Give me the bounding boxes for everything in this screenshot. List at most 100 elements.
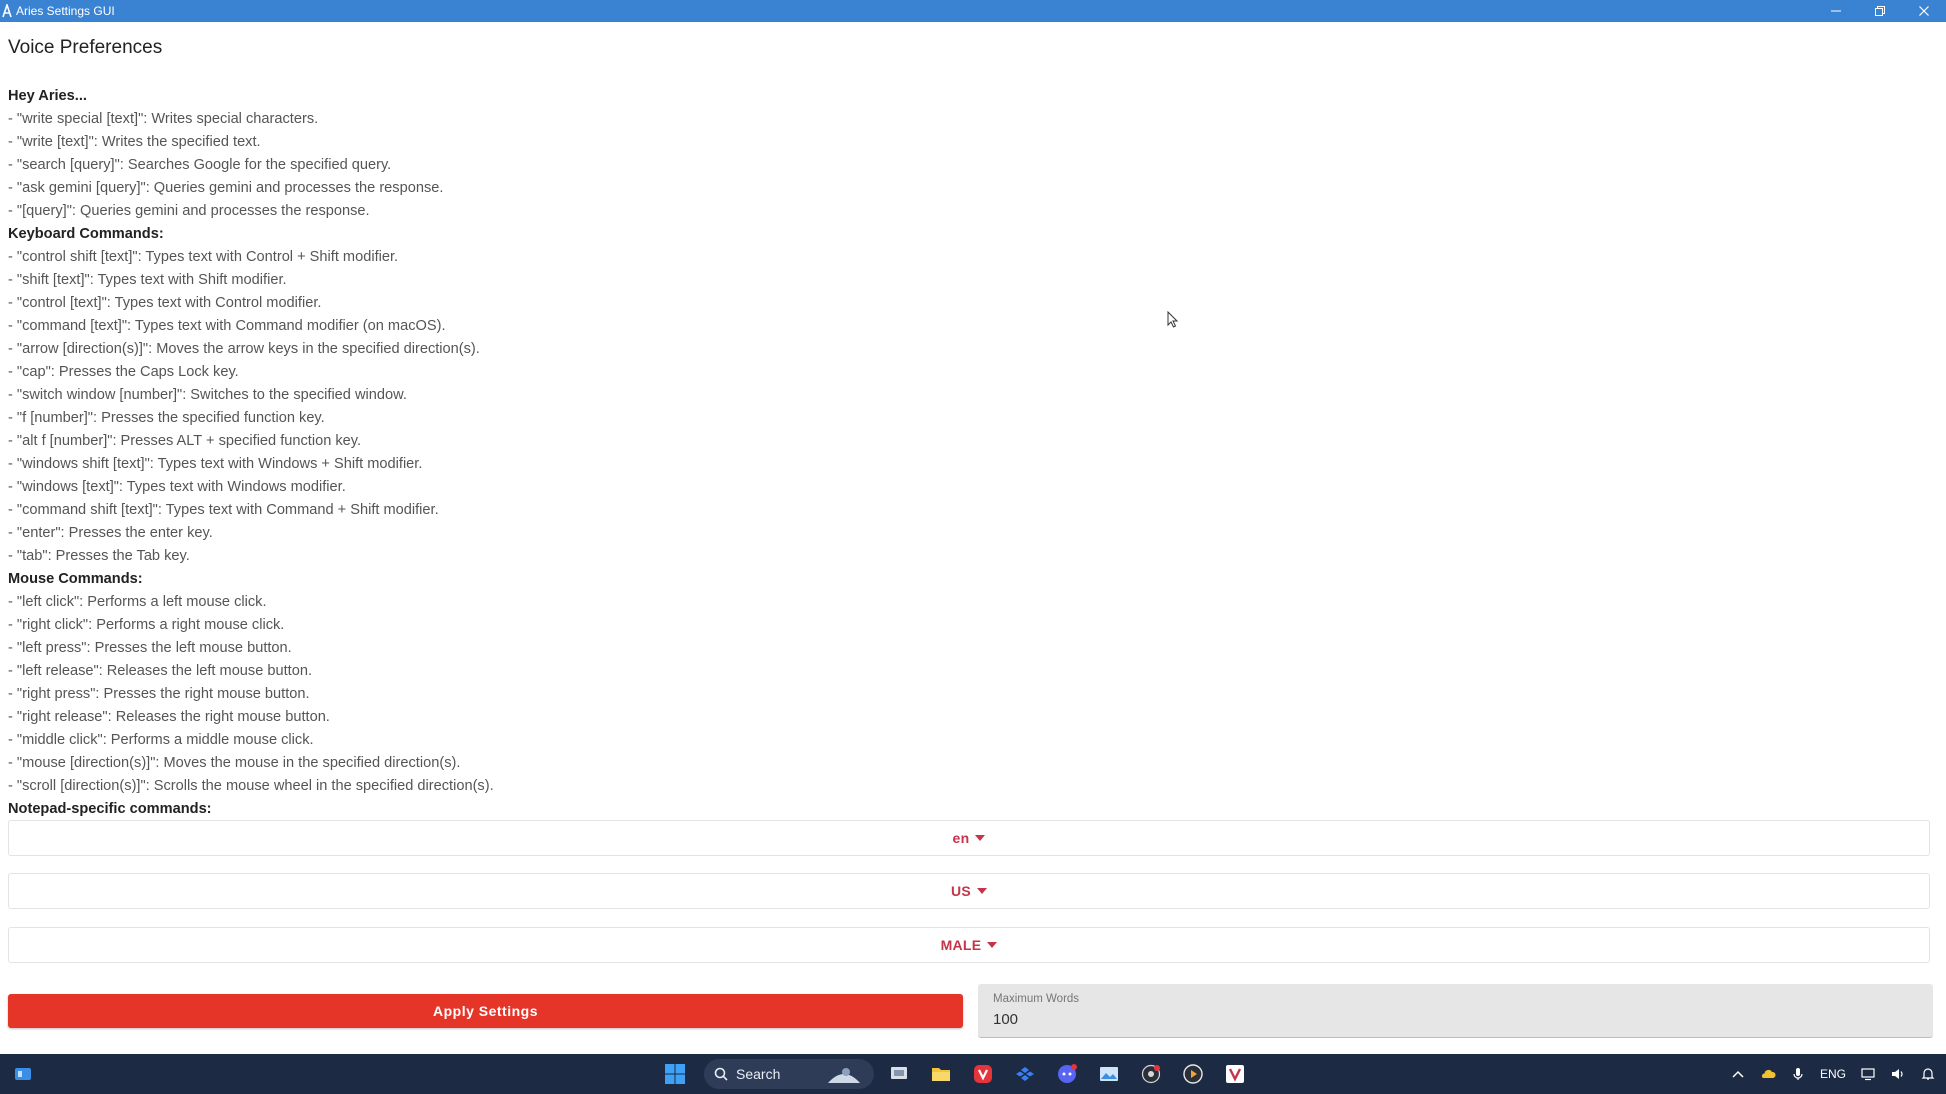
caret-down-icon [977,888,988,894]
command-line: - "middle click": Performs a middle mous… [8,732,314,748]
language-dropdown[interactable]: en [8,820,1930,856]
onedrive-tray-button[interactable] [1760,1066,1776,1082]
title-bar: Aries Settings GUI [0,0,1946,22]
command-line: - "left press": Presses the left mouse b… [8,640,292,656]
minimize-button[interactable] [1814,0,1858,22]
command-line: - "arrow [direction(s)]": Moves the arro… [8,341,480,357]
search-icon [714,1067,728,1081]
window-controls [1814,0,1946,22]
command-line: - "right click": Performs a right mouse … [8,617,285,633]
network-icon [1861,1068,1875,1081]
microphone-icon [1793,1068,1803,1080]
command-line: - "scroll [direction(s)]": Scrolls the m… [8,778,494,794]
section-heading: Notepad-specific commands: [8,801,212,817]
dropbox-button[interactable] [1008,1058,1042,1090]
vivaldi-button[interactable] [966,1058,1000,1090]
play-icon [1183,1064,1203,1084]
command-line: - "right release": Releases the right mo… [8,709,330,725]
command-line: - "switch window [number]": Switches to … [8,387,407,403]
media-player-button[interactable] [1176,1058,1210,1090]
chevron-up-icon [1732,1070,1744,1078]
discord-icon [1058,1064,1077,1083]
chrome-button[interactable] [1134,1058,1168,1090]
commands-help-text: Hey Aries... - "write special [text]": Wr… [8,85,1508,821]
command-line: - "write [text]": Writes the specified t… [8,134,261,150]
language-value: en [952,830,970,846]
region-value: US [950,883,972,899]
apply-settings-button[interactable]: Apply Settings [8,994,963,1028]
microphone-tray-button[interactable] [1790,1066,1806,1082]
task-view-icon [891,1067,907,1079]
active-app-button[interactable] [1218,1058,1252,1090]
show-hidden-icons-button[interactable] [1730,1066,1746,1082]
command-line: - "command shift [text]": Types text wit… [8,502,439,518]
notifications-button[interactable] [1920,1066,1936,1082]
discord-button[interactable] [1050,1058,1084,1090]
caret-down-icon [975,835,986,841]
command-line: - "shift [text]": Types text with Shift … [8,272,287,288]
volume-tray-button[interactable] [1890,1066,1906,1082]
language-indicator[interactable]: ENG [1820,1067,1846,1081]
command-line: - "enter": Presses the enter key. [8,525,213,541]
command-line: - "windows shift [text]": Types text wit… [8,456,423,472]
vivaldi-icon [974,1065,992,1083]
language-indicator-label: ENG [1819,1067,1846,1081]
command-line: - "[query]": Queries gemini and processe… [8,203,370,219]
task-view-button[interactable] [882,1058,916,1090]
bell-icon [1921,1068,1935,1080]
restore-button[interactable] [1858,0,1902,22]
command-line: - "search [query]": Searches Google for … [8,157,392,173]
command-line: - "windows [text]": Types text with Wind… [8,479,346,495]
taskbar-search[interactable]: Search [704,1059,874,1089]
system-tray: ENG [1716,1054,1936,1094]
image-icon [1100,1067,1118,1081]
command-line: - "f [number]": Presses the specified fu… [8,410,325,426]
command-line: - "cap": Presses the Caps Lock key. [8,364,239,380]
folder-icon [932,1068,950,1081]
minimize-icon [1831,10,1841,12]
mouse-cursor-icon [1167,311,1178,328]
app-icon [2,4,12,18]
caret-down-icon [987,942,998,948]
speaker-icon [1892,1069,1903,1079]
section-heading: Mouse Commands: [8,571,143,587]
command-line: - "mouse [direction(s)]": Moves the mous… [8,755,461,771]
command-line: - "command [text]": Types text with Comm… [8,318,446,334]
start-button[interactable] [658,1058,692,1090]
maximum-words-label: Maximum Words [993,993,1080,1005]
widgets-icon[interactable] [14,1066,32,1082]
maximum-words-field[interactable]: Maximum Words [978,984,1933,1038]
taskbar: Search ENG [0,1054,1946,1094]
command-line: - "control shift [text]": Types text wit… [8,249,399,265]
page-title: Voice Preferences [8,37,163,58]
cloud-icon [1761,1069,1776,1078]
maximum-words-input[interactable] [993,1011,1918,1028]
window-title: Aries Settings GUI [16,4,115,18]
close-icon [1919,6,1929,16]
section-heading: Keyboard Commands: [8,226,164,242]
close-button[interactable] [1902,0,1946,22]
gender-value: MALE [940,937,982,953]
windows-logo-icon [665,1064,685,1084]
command-line: - "right press": Presses the right mouse… [8,686,310,702]
gender-dropdown[interactable]: MALE [8,927,1930,963]
command-line: - "left click": Performs a left mouse cl… [8,594,267,610]
taskbar-search-label: Search [736,1066,781,1082]
command-line: - "write special [text]": Writes special… [8,111,319,127]
command-line: - "control [text]": Types text with Cont… [8,295,322,311]
app-v-icon [1226,1065,1244,1083]
browser-icon [1141,1064,1161,1084]
file-explorer-button[interactable] [924,1058,958,1090]
region-dropdown[interactable]: US [8,873,1930,909]
photos-button[interactable] [1092,1058,1126,1090]
search-highlight-icon [828,1068,860,1083]
command-line: - "left release": Releases the left mous… [8,663,313,679]
restore-icon [1875,6,1885,16]
command-line: - "tab": Presses the Tab key. [8,548,190,564]
dropbox-icon [1016,1067,1034,1081]
taskbar-apps: Search [658,1058,1260,1090]
network-tray-button[interactable] [1860,1066,1876,1082]
section-heading: Hey Aries... [8,88,87,104]
command-line: - "ask gemini [query]": Queries gemini a… [8,180,444,196]
command-line: - "alt f [number]": Presses ALT + specif… [8,433,362,449]
